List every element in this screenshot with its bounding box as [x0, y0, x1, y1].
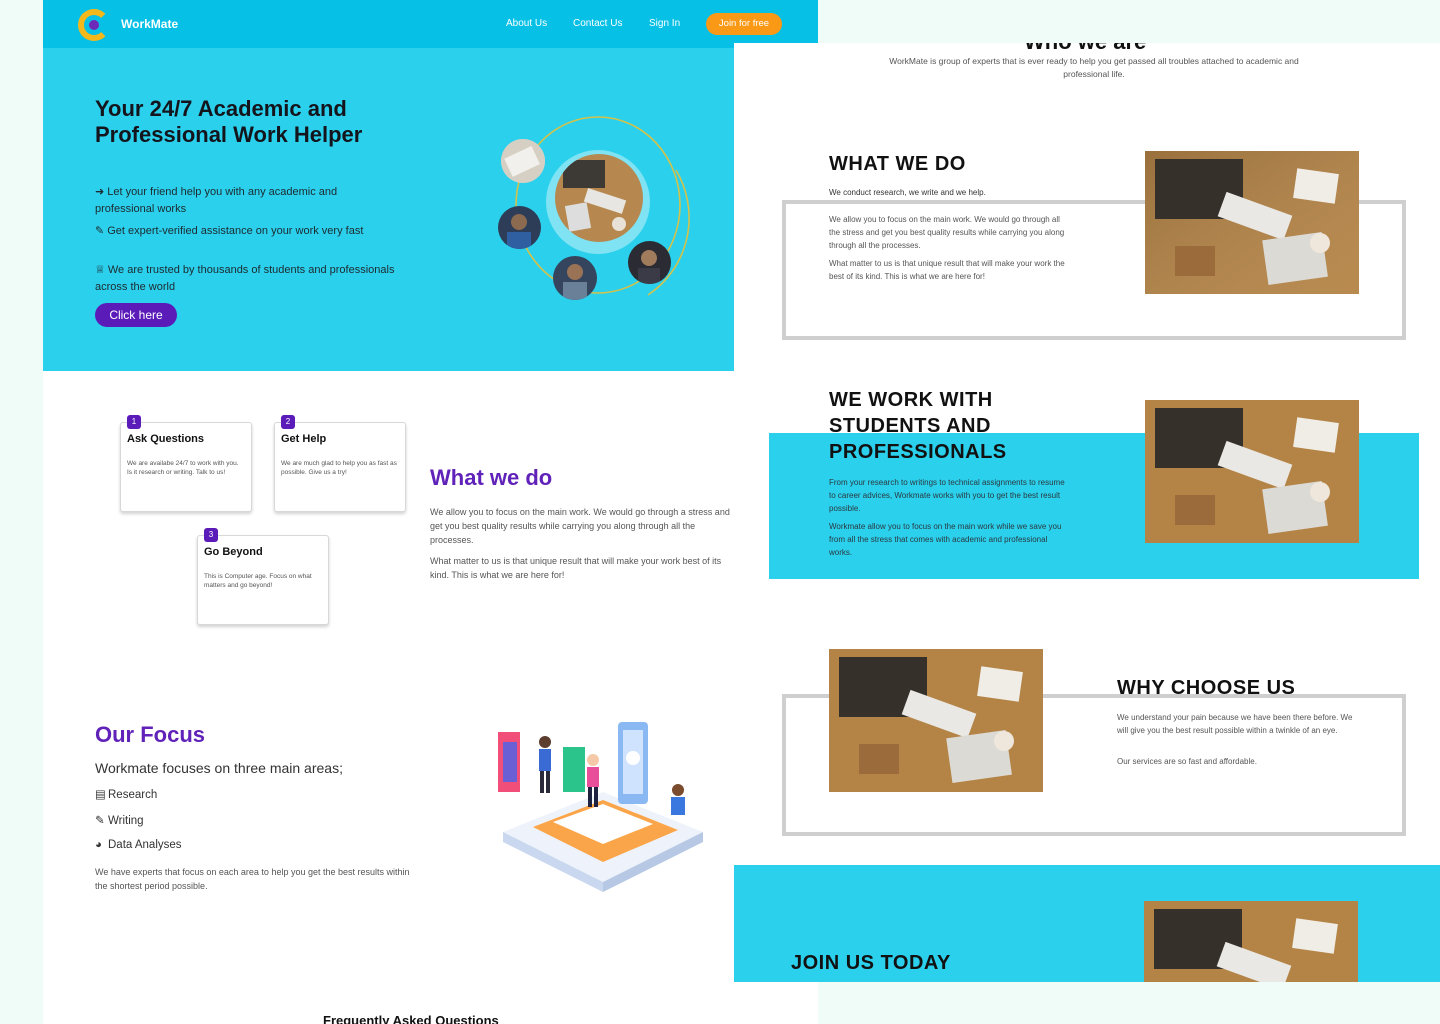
- why-choose-us-paragraph: Our services are so fast and affordable.: [1117, 757, 1257, 766]
- hero-photo-small: [628, 241, 671, 284]
- nav-sign-in[interactable]: Sign In: [649, 18, 680, 29]
- step-number-badge: 2: [281, 415, 295, 429]
- why-choose-us-paragraph: We understand your pain because we have …: [1117, 713, 1353, 735]
- step-title: Ask Questions: [127, 433, 205, 445]
- step-card[interactable]: 2 Get Help We are much glad to help you …: [274, 415, 406, 512]
- focus-item-label: Research: [108, 789, 158, 801]
- step-card[interactable]: 1 Ask Questions We are availabe 24/7 to …: [120, 415, 252, 512]
- ribbon-icon: ♕: [95, 264, 105, 276]
- step-number-badge: 3: [204, 528, 218, 542]
- focus-item-writing: ✎ Writing: [95, 813, 144, 827]
- desk-workspace-photo: [1145, 400, 1359, 543]
- desk-workspace-photo: [829, 649, 1043, 792]
- students-professionals-title: WE WORK WITH STUDENTS AND PROFESSIONALS: [829, 389, 1007, 463]
- step-text: We are availabe 24/7 to work with you. I…: [127, 460, 239, 476]
- hero-point-text: Get expert-verified assistance on your w…: [107, 225, 364, 237]
- students-paragraph: Workmate allow you to focus on the main …: [829, 522, 1062, 557]
- step-number-badge: 1: [127, 415, 141, 429]
- who-we-are-text: WorkMate is group of experts that is eve…: [889, 56, 1299, 79]
- what-we-do-title: WHAT WE DO: [829, 153, 966, 175]
- pen-icon: ✎: [95, 225, 105, 237]
- step-title: Go Beyond: [204, 546, 263, 558]
- what-we-do-paragraph: We allow you to focus on the main work. …: [829, 215, 1065, 250]
- why-choose-us-title: WHY CHOOSE US: [1117, 677, 1296, 699]
- hero-point: ➜ Let your friend help you with any acade…: [95, 184, 395, 218]
- focus-item-data-analyses: ◕ Data Analyses: [95, 839, 182, 851]
- hero-point: ✎ Get expert-verified assistance on your …: [95, 223, 395, 240]
- step-text: This is Computer age. Focus on what matt…: [204, 573, 312, 589]
- faq-heading: Frequently Asked Questions: [323, 1013, 499, 1024]
- what-we-do-paragraph: We allow you to focus on the main work. …: [430, 507, 730, 545]
- step-title: Get Help: [281, 433, 327, 445]
- pen-icon: ✎: [95, 815, 105, 827]
- join-us-today-title: JOIN US TODAY: [791, 952, 951, 974]
- our-focus-note: We have experts that focus on each area …: [95, 867, 410, 891]
- who-we-are-heading: Who we are: [1024, 43, 1146, 55]
- what-we-do-paragraph: What matter to us is that unique result …: [430, 556, 722, 580]
- landing-page-right: Who we are WorkMate is group of experts …: [734, 43, 1440, 982]
- focus-item-label: Writing: [108, 815, 144, 827]
- our-focus-heading: Our Focus: [95, 722, 206, 747]
- brand-name[interactable]: WorkMate: [121, 17, 178, 31]
- book-icon: ▤: [95, 789, 106, 801]
- desk-workspace-photo: [1145, 151, 1359, 294]
- step-text: We are much glad to help you as fast as …: [281, 460, 397, 476]
- hero-point: ♕ We are trusted by thousands of students…: [95, 262, 395, 296]
- hero-point-text: We are trusted by thousands of students …: [95, 264, 395, 293]
- isometric-workspace-illustration: [498, 722, 703, 892]
- navbar: WorkMate About Us Contact Us Sign In Joi…: [43, 0, 818, 48]
- hero-photo-small: [553, 256, 597, 300]
- arrow-circle-icon: ➜: [95, 186, 105, 198]
- nav-about-us[interactable]: About Us: [506, 18, 547, 29]
- what-we-do-paragraph: What matter to us is that unique result …: [829, 259, 1065, 281]
- landing-page-left: WorkMate About Us Contact Us Sign In Joi…: [43, 0, 818, 1024]
- hero-photo-small: [498, 206, 541, 249]
- hero-main-photo: [555, 154, 643, 242]
- desk-workspace-photo: [1144, 901, 1358, 982]
- focus-item-research: ▤ Research: [95, 787, 157, 801]
- our-focus-subtitle: Workmate focuses on three main areas;: [95, 760, 343, 776]
- hero-section: Your 24/7 Academic and Professional Work…: [43, 48, 734, 371]
- hero-title: Your 24/7 Academic and Professional Work…: [95, 96, 363, 147]
- pie-chart-icon: ◕: [95, 839, 102, 851]
- hero-point-text: Let your friend help you with any academ…: [95, 186, 338, 215]
- click-here-button[interactable]: Click here: [95, 303, 177, 327]
- what-we-do-subtitle: We conduct research, we write and we hel…: [829, 188, 986, 197]
- students-paragraph: From your research to writings to techni…: [829, 478, 1065, 513]
- what-we-do-heading: What we do: [430, 465, 553, 490]
- hero-photo-small: [501, 139, 545, 183]
- workmate-logo-icon[interactable]: [78, 9, 110, 41]
- nav-contact-us[interactable]: Contact Us: [573, 18, 622, 29]
- focus-item-label: Data Analyses: [108, 839, 182, 851]
- step-card[interactable]: 3 Go Beyond This is Computer age. Focus …: [197, 528, 329, 625]
- join-for-free-button[interactable]: Join for free: [706, 13, 782, 35]
